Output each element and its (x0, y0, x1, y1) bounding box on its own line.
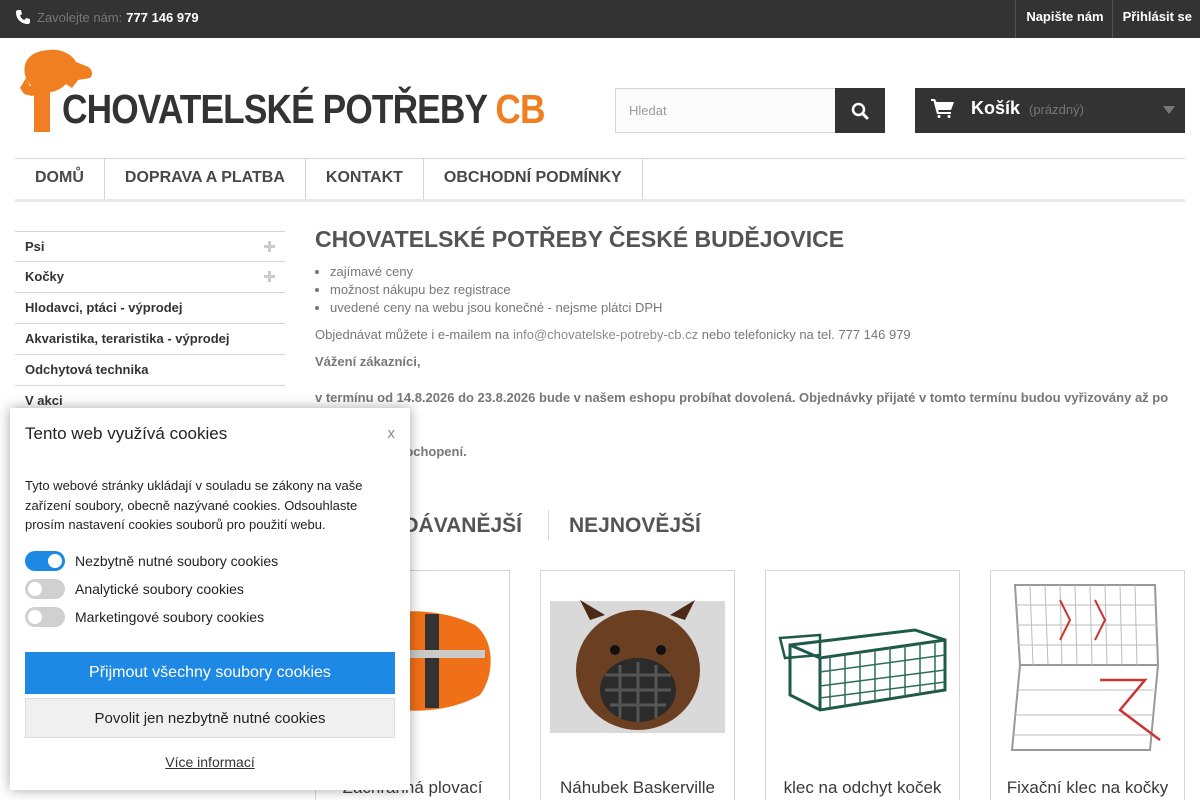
sidebar-item-cats[interactable]: Kočky (15, 262, 285, 293)
greeting: Vážení zákazníci, (315, 354, 421, 369)
phone-icon (16, 10, 30, 24)
phone-number[interactable]: 777 146 979 (126, 10, 198, 25)
search-input[interactable] (615, 88, 836, 133)
toggle-switch[interactable] (25, 551, 65, 571)
list-item: zajímavé ceny (330, 263, 1185, 281)
cart-label: Košík (971, 98, 1021, 118)
benefits-list: zajímavé ceny možnost nákupu bez registr… (315, 263, 1185, 317)
toggle-switch[interactable] (25, 607, 65, 627)
cookie-title: Tento web využívá cookies (25, 424, 228, 443)
necessary-only-button[interactable]: Povolit jen nezbytně nutné cookies (25, 698, 395, 738)
more-info-link[interactable]: Více informací (10, 754, 410, 770)
muzzle-dog-image[interactable] (550, 580, 725, 755)
menu-terms[interactable]: Obchodní podmínky (424, 159, 643, 199)
thanks-text: Děkujeme za pochopení. (315, 444, 467, 459)
product-name[interactable]: Náhubek Baskerville (541, 778, 734, 798)
call-label: Zavolejte nám: (37, 9, 123, 25)
tab-newest[interactable]: Nejnovější (569, 514, 701, 538)
product-card[interactable]: Náhubek Baskerville (540, 570, 735, 800)
main-menu: Domů Doprava a platba Kontakt Obchodní p… (15, 158, 1185, 202)
order-info: Objednávat můžete i e-mailem na info@cho… (315, 327, 911, 342)
logo-text: CHOVATELSKÉ POTŘEBY CB (62, 86, 545, 132)
tab-divider (548, 510, 549, 540)
cat-trap-image[interactable] (775, 580, 950, 755)
plus-icon[interactable] (264, 241, 275, 252)
sidebar-item-aquaristics[interactable]: Akvaristika, teraristika - výprodej (15, 324, 285, 355)
menu-shipping[interactable]: Doprava a platba (105, 159, 306, 199)
sidebar-item-rodents[interactable]: Hlodavci, ptáci - výprodej (15, 293, 285, 324)
chevron-down-icon (1163, 106, 1175, 114)
cookie-dialog: Tento web využívá cookies x Tyto webové … (10, 408, 410, 790)
toggle-switch[interactable] (25, 579, 65, 599)
cookie-text: Tyto webové stránky ukládají v souladu s… (25, 478, 363, 532)
logo[interactable]: CHOVATELSKÉ POTŘEBY CB (20, 48, 545, 136)
product-card[interactable]: Fixační klec na kočky (990, 570, 1185, 800)
sidebar-item-dogs[interactable]: Psi (15, 231, 285, 262)
menu-contact[interactable]: Kontakt (306, 159, 424, 199)
login-link[interactable]: Přihlásit se (1111, 0, 1200, 38)
list-item: možnost nákupu bez registrace (330, 281, 1185, 299)
page-title: CHOVATELSKÉ POTŘEBY ČESKÉ BUDĚJOVICE (315, 226, 845, 252)
contact-link[interactable]: Napište nám (1015, 0, 1111, 38)
top-bar: Zavolejte nám: 777 146 979 Napište nám P… (0, 0, 1200, 38)
sidebar-item-traps[interactable]: Odchytová technika (15, 355, 285, 386)
cart-icon (931, 99, 954, 118)
list-item: uvedené ceny na webu jsou konečné - nejs… (330, 299, 1185, 317)
cart-button[interactable]: Košík (prázdný) (915, 88, 1185, 133)
search-icon (851, 102, 869, 119)
vacation-notice: v termínu od 14.8.2026 do 23.8.2026 bude… (315, 390, 1169, 423)
cookie-toggle-marketing: Marketingové soubory cookies (25, 607, 264, 627)
accept-all-button[interactable]: Přijmout všechny soubory cookies (25, 652, 395, 694)
menu-home[interactable]: Domů (15, 159, 105, 199)
toggle-label: Marketingové soubory cookies (75, 609, 265, 625)
product-card[interactable]: klec na odchyt koček (765, 570, 960, 800)
toggle-label: Analytické soubory cookies (75, 581, 244, 597)
toggle-label: Nezbytně nutné soubory cookies (75, 553, 279, 569)
category-sidebar: Psi Kočky Hlodavci, ptáci - výprodej Akv… (15, 231, 285, 417)
cart-status: (prázdný) (1029, 102, 1084, 117)
close-icon[interactable]: x (388, 425, 396, 442)
product-tabs: Nejprodávanější Nejnovější (315, 510, 1185, 540)
plus-icon[interactable] (264, 271, 275, 282)
call-us: Zavolejte nám: 777 146 979 (15, 9, 199, 25)
product-name[interactable]: klec na odchyt koček (766, 778, 959, 798)
email-link[interactable]: info@chovatelske-potreby-cb.cz (513, 327, 698, 342)
cookie-toggle-necessary: Nezbytně nutné soubory cookies (25, 551, 278, 571)
product-name[interactable]: Fixační klec na kočky (991, 778, 1184, 798)
search-box (615, 88, 885, 133)
fixation-cage-image[interactable] (1000, 580, 1175, 755)
main-content: CHOVATELSKÉ POTŘEBY ČESKÉ BUDĚJOVICE zaj… (315, 226, 1185, 461)
cookie-toggle-analytics: Analytické soubory cookies (25, 579, 244, 599)
search-button[interactable] (835, 88, 885, 133)
